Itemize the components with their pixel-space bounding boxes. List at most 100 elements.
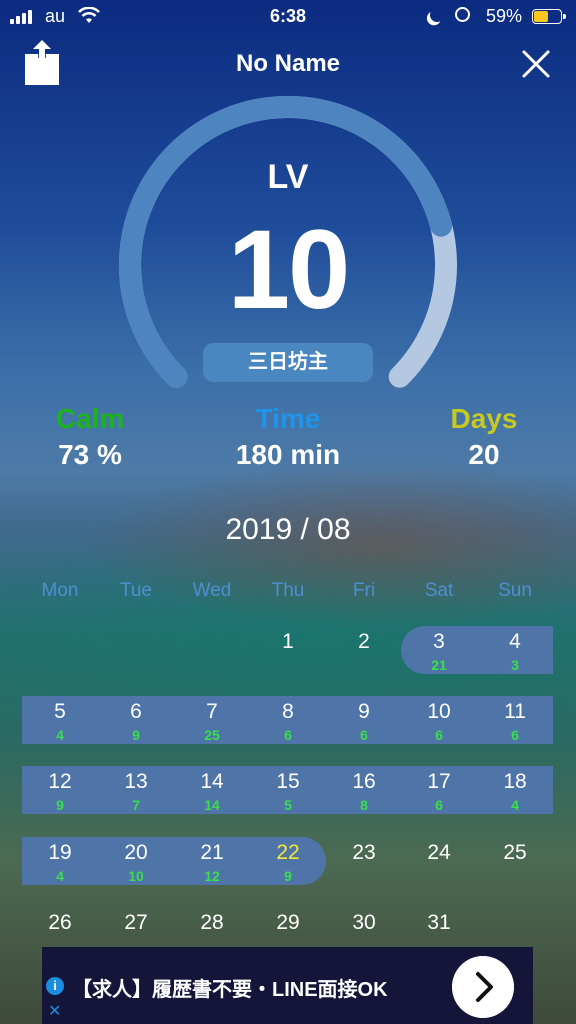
day-session-count: 8 <box>360 797 368 813</box>
day-number: 15 <box>276 770 300 793</box>
calendar-day[interactable]: 2 <box>326 630 402 654</box>
day-session-count: 3 <box>511 657 519 673</box>
weekday-fri: Fri <box>352 580 376 601</box>
ad-text[interactable]: 【求人】履歴書不要・LINE面接OK <box>72 973 388 1002</box>
ad-info-icon[interactable]: i <box>46 977 64 995</box>
day-number: 21 <box>200 841 224 864</box>
calendar-day[interactable]: 20 10 <box>98 841 174 884</box>
time-value: 180 min <box>235 439 341 470</box>
day-number: 4 <box>509 630 521 653</box>
weekday-thu: Thu <box>271 580 305 601</box>
calendar-day[interactable]: 21 12 <box>174 841 250 884</box>
time-stat: Time 180 min <box>193 403 383 471</box>
calendar-day[interactable]: 29 <box>250 911 326 935</box>
calendar-day[interactable]: 19 4 <box>22 841 98 884</box>
day-session-count: 6 <box>435 727 443 743</box>
calendar-day[interactable]: 11 6 <box>477 700 553 743</box>
day-session-count: 6 <box>360 727 368 743</box>
calendar-day[interactable]: 23 <box>326 841 402 865</box>
day-session-count: 7 <box>132 797 140 813</box>
day-number: 10 <box>427 700 451 723</box>
calendar-day[interactable]: 7 25 <box>174 700 250 743</box>
day-number: 17 <box>427 770 451 793</box>
day-session-count: 9 <box>56 797 64 813</box>
day-session-count: 9 <box>284 868 292 884</box>
day-session-count: 10 <box>128 868 144 884</box>
calendar-day[interactable]: 3 21 <box>401 630 477 673</box>
days-value: 20 <box>468 439 500 470</box>
calendar-day[interactable]: 30 <box>326 911 402 935</box>
day-session-count: 4 <box>56 868 64 884</box>
level-value: 10 <box>227 207 351 332</box>
day-session-count: 4 <box>56 727 64 743</box>
weekday-sun: Sun <box>498 580 532 601</box>
day-session-count: 9 <box>132 727 140 743</box>
calendar-day[interactable]: 25 <box>477 841 553 865</box>
calendar-day[interactable]: 43 <box>477 630 553 673</box>
rank-badge: 三日坊主 <box>203 343 373 382</box>
calendar-day[interactable]: 69 <box>98 700 174 743</box>
day-number: 1 <box>282 630 294 653</box>
page-title: No Name <box>235 50 341 77</box>
calendar-day[interactable]: 1 <box>250 630 326 654</box>
rotation-lock-icon <box>455 7 470 22</box>
calm-value: 73 % <box>58 439 122 470</box>
day-number: 29 <box>276 911 300 934</box>
day-session-count: 5 <box>284 797 292 813</box>
battery-icon <box>532 9 566 24</box>
calendar-day[interactable]: 24 <box>401 841 477 865</box>
days-stat: Days 20 <box>389 403 576 471</box>
day-number: 7 <box>206 700 218 723</box>
day-session-count: 6 <box>435 797 443 813</box>
calm-stat: Calm 73 % <box>0 403 185 471</box>
weekday-sat: Sat <box>424 580 454 601</box>
calendar-day[interactable]: 10 6 <box>401 700 477 743</box>
calendar-day[interactable]: 22 9 <box>250 841 326 884</box>
day-number: 13 <box>124 770 148 793</box>
calendar-day[interactable]: 54 <box>22 700 98 743</box>
calendar-day[interactable]: 31 <box>401 911 477 935</box>
day-number: 5 <box>54 700 66 723</box>
day-number: 26 <box>48 911 72 934</box>
calendar-day[interactable]: 12 9 <box>22 770 98 813</box>
level-label: LV <box>267 158 309 196</box>
calendar-day[interactable]: 16 8 <box>326 770 402 813</box>
day-number: 25 <box>503 841 527 864</box>
day-number: 31 <box>427 911 451 934</box>
calendar-day[interactable]: 26 <box>22 911 98 935</box>
day-session-count: 12 <box>204 868 220 884</box>
ad-banner[interactable]: i ✕ 【求人】履歴書不要・LINE面接OK <box>42 947 533 1024</box>
day-number: 11 <box>504 700 526 723</box>
day-number: 22 <box>276 841 300 864</box>
time-label: Time <box>255 403 321 434</box>
day-number: 3 <box>433 630 445 653</box>
calm-label: Calm <box>55 403 125 434</box>
ad-close-icon[interactable]: ✕ <box>48 1001 61 1021</box>
day-number: 27 <box>124 911 148 934</box>
chevron-right-icon[interactable] <box>452 956 514 1018</box>
days-label: Days <box>450 403 518 434</box>
calendar-day[interactable]: 86 <box>250 700 326 743</box>
calendar-day[interactable]: 18 4 <box>477 770 553 813</box>
status-bar: au 6:38 59% <box>0 0 576 34</box>
day-number: 2 <box>358 630 370 653</box>
day-number: 23 <box>352 841 376 864</box>
calendar-day[interactable]: 27 <box>98 911 174 935</box>
weekday-wed: Wed <box>192 580 232 601</box>
day-number: 30 <box>352 911 376 934</box>
calendar-day[interactable]: 14 14 <box>174 770 250 813</box>
day-number: 16 <box>352 770 376 793</box>
day-number: 20 <box>124 841 148 864</box>
calendar-day[interactable]: 96 <box>326 700 402 743</box>
close-icon[interactable] <box>520 48 552 80</box>
calendar-day[interactable]: 17 6 <box>401 770 477 813</box>
day-number: 28 <box>200 911 224 934</box>
calendar-day[interactable]: 13 7 <box>98 770 174 813</box>
day-number: 18 <box>503 770 527 793</box>
calendar-day[interactable]: 28 <box>174 911 250 935</box>
day-number: 9 <box>358 700 370 723</box>
calendar-day[interactable]: 15 5 <box>250 770 326 813</box>
day-number: 12 <box>48 770 72 793</box>
day-session-count: 6 <box>284 727 292 743</box>
day-number: 14 <box>200 770 224 793</box>
